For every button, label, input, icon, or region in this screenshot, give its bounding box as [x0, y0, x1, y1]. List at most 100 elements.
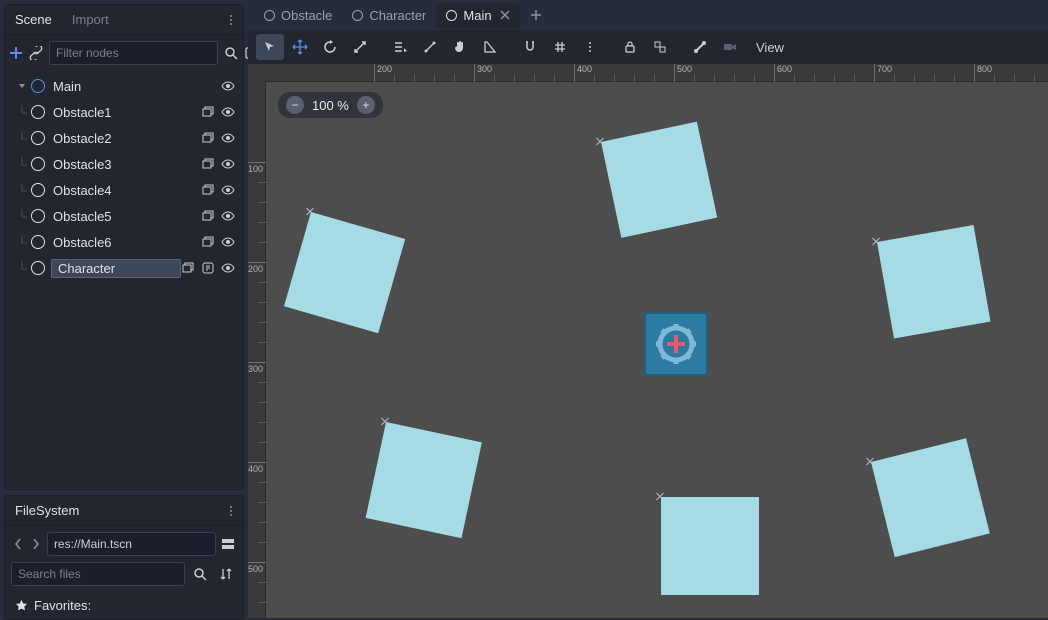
visibility-icon[interactable] [221, 235, 235, 249]
viewport-toolbar: View [248, 30, 1048, 64]
zoom-in-button[interactable]: + [357, 96, 375, 114]
pan-tool[interactable] [446, 34, 474, 60]
fs-back-button[interactable] [11, 533, 25, 555]
obstacle-sprite[interactable] [877, 225, 991, 339]
node-icon [446, 10, 457, 21]
new-scene-button[interactable] [522, 5, 550, 25]
canvas[interactable]: − 100 % + [266, 82, 1048, 618]
node-icon [31, 235, 45, 249]
node-icon [31, 261, 45, 275]
character-sprite[interactable] [644, 312, 708, 376]
obstacle-sprite[interactable] [601, 122, 717, 238]
zoom-value[interactable]: 100 % [312, 98, 349, 113]
visibility-icon[interactable] [221, 183, 235, 197]
tree-node[interactable]: └Obstacle6 [9, 229, 239, 255]
tree-branch-icon: └ [13, 235, 31, 250]
instance-icon[interactable] [181, 261, 195, 275]
instance-icon[interactable] [201, 235, 215, 249]
fs-path-input[interactable] [47, 532, 216, 556]
ruler-horizontal: 200300400500600700800900 [266, 64, 1048, 82]
scale-tool[interactable] [346, 34, 374, 60]
rotate-tool[interactable] [316, 34, 344, 60]
viewport[interactable]: 200300400500600700800900 100200300400500… [248, 64, 1048, 618]
node-icon [31, 209, 45, 223]
filter-nodes-input[interactable] [49, 41, 218, 65]
move-tool[interactable] [286, 34, 314, 60]
instance-icon[interactable] [201, 105, 215, 119]
tree-node-label: Obstacle5 [51, 207, 201, 226]
view-menu[interactable]: View [746, 36, 794, 59]
scene-tab-scene[interactable]: Scene [5, 6, 62, 33]
tree-branch-icon: └ [13, 261, 31, 276]
snap-options[interactable] [576, 34, 604, 60]
fs-favorites-row[interactable]: Favorites: [5, 592, 243, 619]
tree-node-label: Obstacle4 [51, 181, 201, 200]
tree-branch-icon: └ [13, 157, 31, 172]
obstacle-sprite[interactable] [284, 212, 405, 333]
tree-node[interactable]: └Obstacle2 [9, 125, 239, 151]
close-icon[interactable] [498, 10, 510, 20]
select-tool[interactable] [256, 34, 284, 60]
grid-snap-toggle[interactable] [546, 34, 574, 60]
list-select-tool[interactable] [386, 34, 414, 60]
zoom-out-button[interactable]: − [286, 96, 304, 114]
fs-favorites-label: Favorites: [34, 598, 91, 613]
visibility-icon[interactable] [221, 157, 235, 171]
pivot-tool[interactable] [416, 34, 444, 60]
filesystem-title: FileSystem [5, 497, 219, 524]
add-node-button[interactable] [9, 42, 23, 64]
filesystem-panel: FileSystem [4, 495, 244, 620]
instance-icon[interactable] [201, 209, 215, 223]
obstacle-sprite[interactable] [661, 497, 759, 595]
visibility-icon[interactable] [221, 261, 235, 275]
node-icon [31, 157, 45, 171]
zoom-control: − 100 % + [278, 92, 383, 118]
link-scene-button[interactable] [29, 42, 43, 64]
filesystem-panel-menu[interactable] [219, 505, 243, 517]
fs-split-button[interactable] [220, 533, 237, 555]
visibility-icon[interactable] [221, 79, 235, 93]
scene-tab[interactable]: Main [436, 3, 519, 28]
instance-icon[interactable] [201, 131, 215, 145]
fs-search-input[interactable] [11, 562, 185, 586]
script-icon[interactable] [201, 261, 215, 275]
scene-tab-label: Main [463, 8, 491, 23]
visibility-icon[interactable] [221, 131, 235, 145]
snap-toggle[interactable] [516, 34, 544, 60]
star-icon [15, 599, 28, 612]
tree-node[interactable]: └Obstacle1 [9, 99, 239, 125]
tree-branch-icon: └ [13, 131, 31, 146]
tree-node[interactable]: └Obstacle5 [9, 203, 239, 229]
tree-node-label: Obstacle3 [51, 155, 201, 174]
tree-node[interactable]: └ Obstacle3 [9, 151, 239, 177]
fs-search-icon[interactable] [189, 563, 211, 585]
obstacle-sprite[interactable] [871, 438, 990, 557]
camera-override-button[interactable] [716, 34, 744, 60]
node-icon [31, 183, 45, 197]
tree-node[interactable]: └ Obstacle4 [9, 177, 239, 203]
visibility-icon[interactable] [221, 105, 235, 119]
group-button[interactable] [646, 34, 674, 60]
tree-node-main[interactable]: Main [9, 73, 239, 99]
scene-tab[interactable]: Character [342, 3, 436, 28]
tree-node-label: Obstacle1 [51, 103, 201, 122]
tree-node[interactable]: └Character [9, 255, 239, 281]
scene-tab[interactable]: Obstacle [254, 3, 342, 28]
node-icon [31, 79, 45, 93]
collapse-icon[interactable] [13, 81, 31, 91]
ruler-vertical: 100200300400500 [248, 82, 266, 618]
fs-sort-button[interactable] [215, 563, 237, 585]
lock-button[interactable] [616, 34, 644, 60]
fs-forward-button[interactable] [29, 533, 43, 555]
scene-panel-menu[interactable] [219, 14, 243, 26]
obstacle-sprite[interactable] [366, 422, 482, 538]
node-icon [264, 10, 275, 21]
scene-tab-import[interactable]: Import [62, 6, 119, 33]
filter-search-icon[interactable] [224, 42, 238, 64]
bone-button[interactable] [686, 34, 714, 60]
instance-icon[interactable] [201, 157, 215, 171]
instance-icon[interactable] [201, 183, 215, 197]
tree-branch-icon: └ [13, 183, 31, 198]
visibility-icon[interactable] [221, 209, 235, 223]
ruler-tool[interactable] [476, 34, 504, 60]
